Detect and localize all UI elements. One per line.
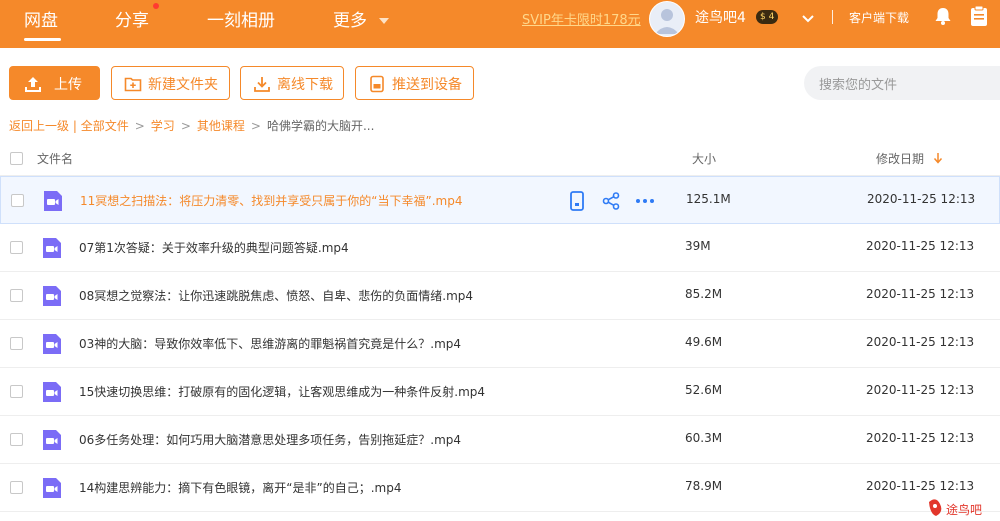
column-header-date[interactable]: 修改日期 (876, 150, 924, 167)
upload-label: 上传 (54, 77, 82, 93)
table-row[interactable]: 15快速切换思维：打破原有的固化逻辑，让客观思维成为一种条件反射.mp4 52.… (0, 368, 1000, 416)
video-file-icon (43, 382, 61, 402)
svip-promo-link[interactable]: SVIP年卡限时178元 (522, 9, 641, 28)
video-file-icon (43, 430, 61, 450)
chevron-down-icon (379, 18, 390, 24)
file-date: 2020-11-25 12:13 (867, 192, 976, 206)
file-date: 2020-11-25 12:13 (866, 287, 975, 301)
notification-dot (153, 3, 159, 9)
file-date: 2020-11-25 12:13 (866, 335, 975, 349)
video-file-icon (43, 478, 61, 498)
nav-tab-album[interactable]: 一刻相册 (207, 6, 275, 31)
file-name[interactable]: 15快速切换思维：打破原有的固化逻辑，让客观思维成为一种条件反射.mp4 (79, 383, 485, 400)
table-row[interactable]: 11冥想之扫描法：将压力清零、找到并享受只属于你的“当下幸福”.mp4 125.… (0, 176, 1000, 224)
phone-icon[interactable] (566, 190, 588, 212)
nav-tab-netdisk[interactable]: 网盘 (24, 6, 58, 31)
nav-more-label: 更多 (333, 11, 367, 31)
file-name[interactable]: 11冥想之扫描法：将压力清零、找到并享受只属于你的“当下幸福”.mp4 (80, 192, 462, 209)
sort-down-arrow-icon[interactable] (933, 152, 943, 164)
table-row[interactable]: 07第1次答疑：关于效率升级的典型问题答疑.mp4 39M 2020-11-25… (0, 224, 1000, 272)
file-name[interactable]: 06多任务处理：如何巧用大脑潜意思处理多项任务，告别拖延症？.mp4 (79, 431, 461, 448)
offline-download-button[interactable]: 离线下载 (240, 66, 344, 100)
row-checkbox[interactable] (10, 241, 23, 254)
file-name[interactable]: 07第1次答疑：关于效率升级的典型问题答疑.mp4 (79, 239, 349, 256)
video-file-icon (43, 238, 61, 258)
back-link[interactable]: 返回上一级 (9, 119, 69, 133)
column-header-name[interactable]: 文件名 (37, 150, 73, 167)
video-file-icon (44, 191, 62, 211)
username[interactable]: 途鸟吧4 (695, 7, 746, 27)
client-download-link[interactable]: 客户端下载 (849, 9, 909, 26)
upload-icon (25, 77, 41, 92)
more-icon[interactable] (634, 190, 656, 212)
table-row[interactable]: 14构建思辨能力：摘下有色眼镜，离开“是非”的自己；.mp4 78.9M 202… (0, 464, 1000, 512)
nav-divider (832, 10, 833, 24)
video-file-icon (43, 334, 61, 354)
nav-tab-share[interactable]: 分享 (115, 6, 149, 31)
push-to-device-button[interactable]: 推送到设备 (355, 66, 474, 100)
table-row[interactable]: 06多任务处理：如何巧用大脑潜意思处理多项任务，告别拖延症？.mp4 60.3M… (0, 416, 1000, 464)
file-size: 78.9M (685, 479, 723, 493)
breadcrumb-current: 哈佛学霸的大脑开... (266, 119, 375, 133)
file-size: 60.3M (685, 431, 723, 445)
avatar[interactable] (649, 1, 685, 37)
file-date: 2020-11-25 12:13 (866, 479, 975, 493)
avatar-icon (655, 9, 679, 34)
device-icon (370, 75, 384, 93)
file-size: 85.2M (685, 287, 723, 301)
select-all-checkbox[interactable] (10, 152, 23, 165)
folder-plus-icon (124, 77, 142, 92)
breadcrumb-all-files[interactable]: 全部文件 (81, 119, 129, 133)
row-checkbox[interactable] (10, 385, 23, 398)
chevron-down-icon[interactable] (799, 9, 817, 27)
table-row[interactable]: 03神的大脑：导致你效率低下、思维游离的罪魁祸首究竟是什么？.mp4 49.6M… (0, 320, 1000, 368)
breadcrumb: 返回上一级 | 全部文件 > 学习 > 其他课程 > 哈佛学霸的大脑开... (9, 119, 375, 133)
row-checkbox[interactable] (10, 289, 23, 302)
file-name[interactable]: 08冥想之觉察法：让你迅速跳脱焦虑、愤怒、自卑、悲伤的负面情绪.mp4 (79, 287, 473, 304)
new-folder-label: 新建文件夹 (148, 77, 218, 93)
file-date: 2020-11-25 12:13 (866, 383, 975, 397)
row-checkbox[interactable] (10, 337, 23, 350)
watermark-logo: 途鸟吧 (929, 499, 982, 517)
file-size: 52.6M (685, 383, 723, 397)
clipboard-icon[interactable] (970, 5, 988, 27)
push-to-device-label: 推送到设备 (392, 77, 462, 93)
breadcrumb-study[interactable]: 学习 (151, 119, 175, 133)
breadcrumb-other-courses[interactable]: 其他课程 (197, 119, 245, 133)
table-row[interactable]: 08冥想之觉察法：让你迅速跳脱焦虑、愤怒、自卑、悲伤的负面情绪.mp4 85.2… (0, 272, 1000, 320)
new-folder-button[interactable]: 新建文件夹 (111, 66, 230, 100)
video-file-icon (43, 286, 61, 306)
file-size: 125.1M (686, 192, 731, 206)
vip-level-badge: $ 4 (756, 10, 779, 24)
bell-icon[interactable] (933, 6, 953, 26)
offline-download-label: 离线下载 (277, 77, 333, 93)
search-placeholder: 搜索您的文件 (819, 78, 898, 93)
nav-tab-more[interactable]: 更多 (333, 6, 390, 31)
column-header-size[interactable]: 大小 (692, 150, 716, 167)
file-name[interactable]: 14构建思辨能力：摘下有色眼镜，离开“是非”的自己；.mp4 (79, 479, 401, 496)
nav-active-indicator (24, 38, 61, 41)
share-icon[interactable] (600, 190, 622, 212)
download-icon (254, 77, 270, 92)
file-date: 2020-11-25 12:13 (866, 239, 975, 253)
row-checkbox[interactable] (11, 194, 24, 207)
file-size: 39M (685, 239, 711, 253)
file-name[interactable]: 03神的大脑：导致你效率低下、思维游离的罪魁祸首究竟是什么？.mp4 (79, 335, 461, 352)
file-table-header: 文件名 大小 修改日期 (0, 140, 1000, 176)
row-checkbox[interactable] (10, 481, 23, 494)
file-size: 49.6M (685, 335, 723, 349)
search-input[interactable]: 搜索您的文件 (804, 66, 1000, 100)
breadcrumb-separator: | (72, 119, 77, 133)
top-nav-bar: 网盘 分享 一刻相册 更多 SVIP年卡限时178元 途鸟吧4 $ 4 客户端下… (0, 0, 1000, 48)
upload-button[interactable]: 上传 (9, 66, 100, 100)
svg-text:途鸟吧: 途鸟吧 (946, 502, 982, 517)
row-checkbox[interactable] (10, 433, 23, 446)
file-date: 2020-11-25 12:13 (866, 431, 975, 445)
